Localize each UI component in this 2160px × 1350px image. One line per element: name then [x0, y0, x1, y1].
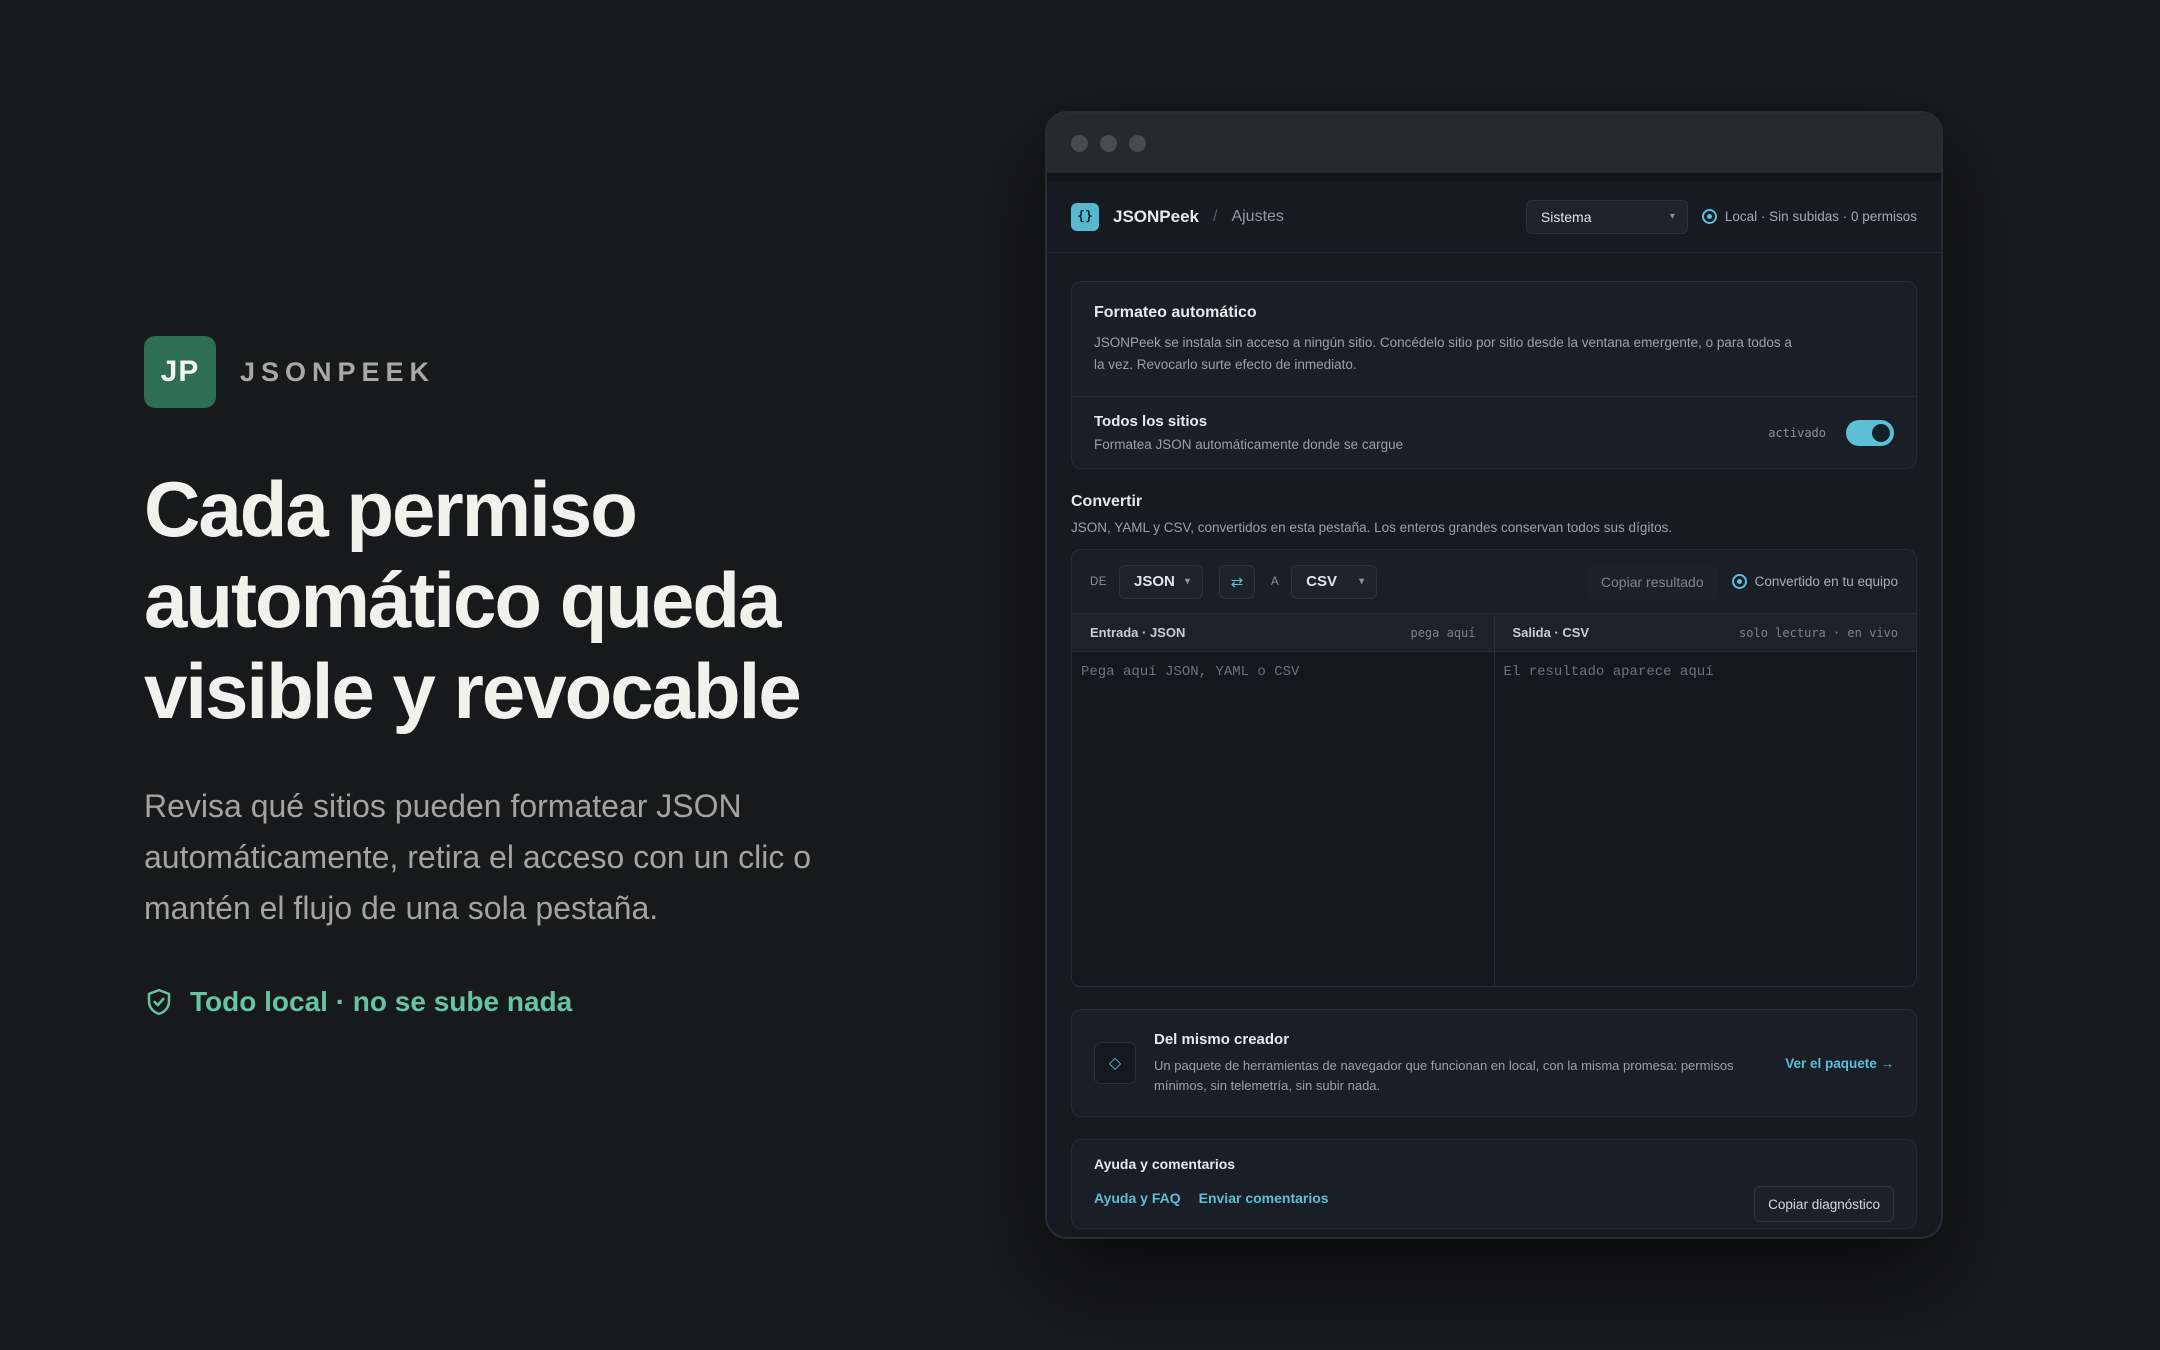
input-editor[interactable]: Pega aquí JSON, YAML o CSV	[1072, 652, 1494, 986]
send-feedback-link[interactable]: Enviar comentarios	[1199, 1190, 1329, 1206]
swap-formats-button[interactable]: ⇄	[1218, 564, 1255, 599]
theme-select-value: Sistema	[1540, 208, 1592, 225]
headline-line-3: visible y revocable	[144, 647, 802, 735]
all-sites-toggle[interactable]	[1846, 419, 1894, 446]
from-format-value: JSON	[1133, 573, 1175, 590]
convert-description: JSON, YAML y CSV, convertidos en esta pe…	[1071, 520, 1673, 535]
brand: JP JSONPEEK	[144, 336, 904, 408]
all-sites-row: Todos los sitios Formatea JSON automátic…	[1072, 397, 1916, 468]
breadcrumb-separator: /	[1213, 207, 1218, 225]
view-bundle-link[interactable]: Ver el paquete →	[1785, 1056, 1894, 1071]
chevron-down-icon: ▾	[1359, 576, 1365, 587]
all-sites-title: Todos los sitios	[1094, 413, 1208, 430]
swap-icon: ⇄	[1230, 573, 1244, 591]
help-card: Ayuda y comentarios Ayuda y FAQ Enviar c…	[1071, 1139, 1917, 1229]
local-note-text: Todo local · no se sube nada	[190, 986, 573, 1017]
to-format-select[interactable]: CSV ▾	[1291, 564, 1378, 599]
copy-diagnostics-button[interactable]: Copiar diagnóstico	[1754, 1186, 1894, 1222]
shield-check-icon	[147, 988, 171, 1016]
conversion-status: Convertido en tu equipo	[1731, 574, 1898, 589]
to-format-value: CSV	[1306, 573, 1337, 590]
diamond-icon: ◇	[1094, 1042, 1136, 1084]
from-label: DE	[1090, 575, 1107, 588]
brand-logo: JP	[144, 336, 216, 408]
toggle-knob	[1872, 423, 1890, 442]
chevron-down-icon: ▾	[1669, 211, 1675, 222]
window-minimize-dot[interactable]	[1100, 134, 1117, 152]
window-maximize-dot[interactable]	[1129, 134, 1146, 152]
brand-name: JSONPEEK	[240, 356, 436, 387]
toggle-state-label: activado	[1768, 425, 1826, 440]
convert-title: Convertir	[1071, 493, 1143, 510]
app-header: {} JSONPeek / Ajustes Sistema ▾ Local · …	[1047, 181, 1941, 253]
braces-icon: {}	[1071, 202, 1099, 231]
chevron-down-icon: ▾	[1184, 576, 1190, 587]
output-editor[interactable]: El resultado aparece aquí	[1494, 652, 1916, 986]
headline: Cada permiso automático queda visible y …	[144, 464, 904, 737]
headline-line-2: automático queda	[144, 556, 781, 644]
privacy-status: Local · Sin subidas · 0 permisos	[1701, 209, 1917, 224]
all-sites-subtitle: Formatea JSON automáticamente donde se c…	[1094, 437, 1404, 452]
creator-description: Un paquete de herramientas de navegador …	[1154, 1057, 1734, 1093]
copy-result-button[interactable]: Copiar resultado	[1586, 563, 1718, 600]
output-pane: Salida · CSV solo lectura · en vivo El r…	[1493, 614, 1916, 986]
converter-card: DE JSON ▾ ⇄ A CSV ▾ Copiar resultado Con…	[1071, 549, 1917, 987]
auto-format-title: Formateo automático	[1094, 304, 1257, 321]
auto-format-card: Formateo automático JSONPeek se instala …	[1071, 281, 1917, 469]
to-label: A	[1270, 575, 1280, 588]
window-close-dot[interactable]	[1071, 134, 1088, 152]
theme-select[interactable]: Sistema ▾	[1525, 199, 1688, 234]
auto-format-description: JSONPeek se instala sin acceso a ningún …	[1094, 335, 1792, 372]
breadcrumb-current: Ajustes	[1231, 207, 1284, 225]
from-format-select[interactable]: JSON ▾	[1118, 564, 1203, 599]
output-pane-hint: solo lectura · en vivo	[1739, 625, 1898, 640]
creator-title: Del mismo creador	[1154, 1030, 1290, 1048]
converter-toolbar: DE JSON ▾ ⇄ A CSV ▾ Copiar resultado Con…	[1072, 550, 1916, 614]
browser-window: {} JSONPeek / Ajustes Sistema ▾ Local · …	[1045, 111, 1943, 1239]
app-settings-page: {} JSONPeek / Ajustes Sistema ▾ Local · …	[1047, 181, 1941, 1237]
local-note: Todo local · no se sube nada	[144, 986, 904, 1018]
status-dot-icon	[1731, 574, 1747, 589]
input-pane-title: Entrada · JSON	[1090, 625, 1186, 640]
promo-section: JP JSONPEEK Cada permiso automático qued…	[144, 336, 904, 1018]
creator-card: ◇ Del mismo creador Un paquete de herram…	[1071, 1009, 1917, 1117]
input-pane-hint: pega aquí	[1410, 625, 1476, 640]
headline-line-1: Cada permiso	[144, 465, 638, 553]
output-pane-title: Salida · CSV	[1512, 625, 1590, 640]
privacy-status-text: Local · Sin subidas · 0 permisos	[1724, 209, 1917, 224]
help-title: Ayuda y comentarios	[1094, 1156, 1236, 1172]
subhead: Revisa qué sitios pueden formatear JSON …	[144, 788, 811, 926]
status-dot-icon	[1701, 209, 1717, 224]
input-pane: Entrada · JSON pega aquí Pega aquí JSON,…	[1072, 614, 1494, 986]
app-name: JSONPeek	[1113, 206, 1199, 226]
conversion-status-text: Convertido en tu equipo	[1754, 574, 1898, 589]
help-faq-link[interactable]: Ayuda y FAQ	[1094, 1190, 1181, 1206]
window-titlebar	[1047, 113, 1941, 173]
